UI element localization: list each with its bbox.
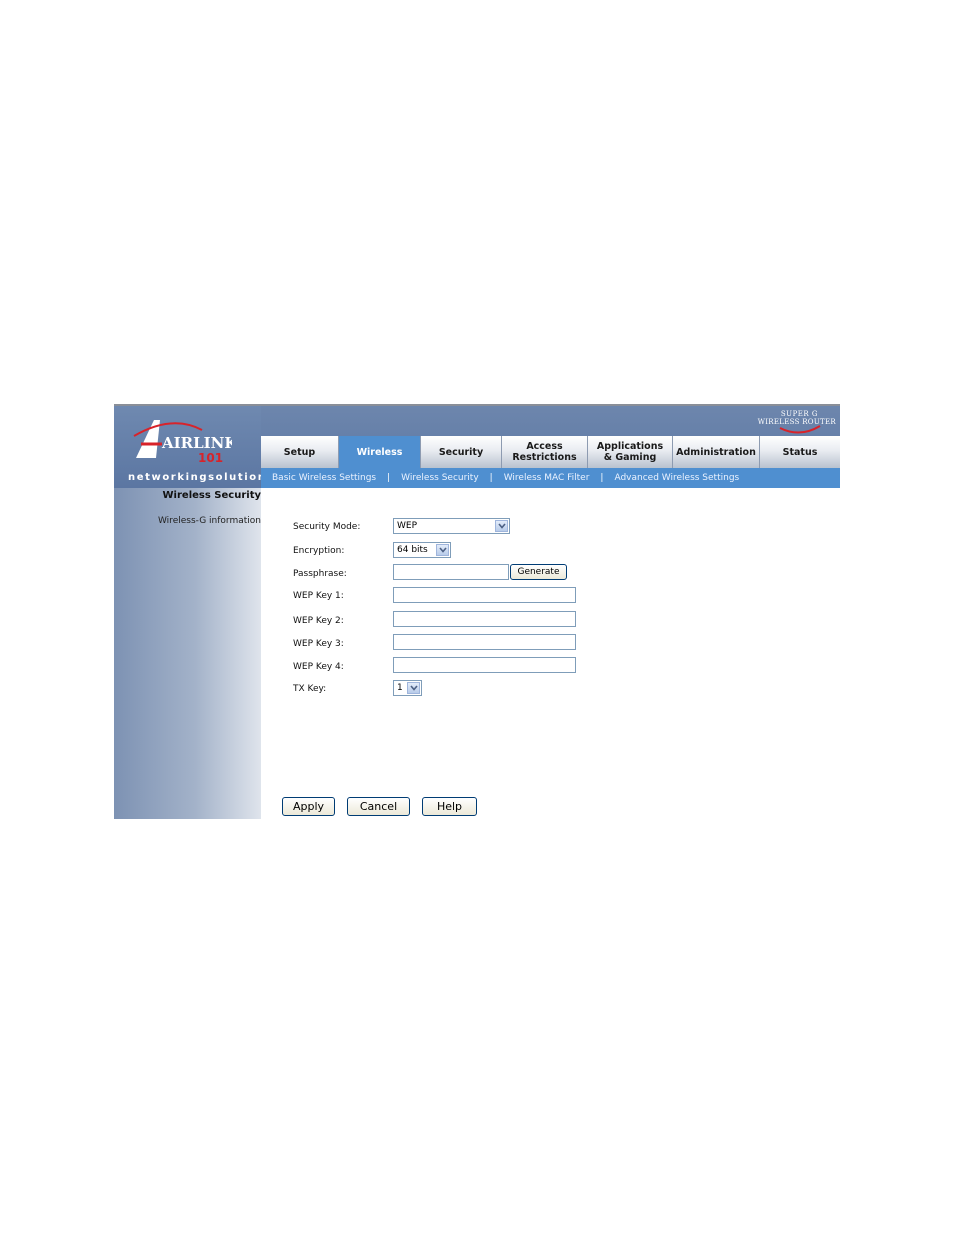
wep-key-4-input[interactable]	[393, 657, 576, 673]
wep-key-1-label: WEP Key 1:	[293, 591, 344, 601]
subnav-wireless-security[interactable]: Wireless Security	[401, 473, 478, 483]
header-band: AIRLINK 101 networkingsolutions SUPER G …	[114, 406, 840, 488]
logo-area: AIRLINK 101 networkingsolutions	[114, 406, 272, 488]
subnav-separator: |	[600, 473, 604, 483]
wep-key-2-input[interactable]	[393, 611, 576, 627]
wep-key-3-input[interactable]	[393, 634, 576, 650]
subnav-wireless-mac-filter[interactable]: Wireless MAC Filter	[504, 473, 590, 483]
tab-wireless[interactable]: Wireless	[339, 436, 421, 468]
encryption-label: Encryption:	[293, 546, 345, 556]
tab-applications-gaming[interactable]: Applications & Gaming	[588, 436, 673, 468]
section-title: Wireless Security	[162, 490, 261, 501]
form-area: Security Mode: WEP Encryption: 64 bits P…	[261, 488, 840, 819]
wep-key-2-label: WEP Key 2:	[293, 616, 344, 626]
tab-status[interactable]: Status	[760, 436, 840, 468]
passphrase-label: Passphrase:	[293, 569, 347, 579]
section-subtitle: Wireless-G information	[157, 516, 261, 526]
tx-key-label: TX Key:	[293, 684, 327, 694]
wep-key-4-label: WEP Key 4:	[293, 662, 344, 672]
tab-access-restrictions[interactable]: Access Restrictions	[502, 436, 588, 468]
tab-security[interactable]: Security	[421, 436, 502, 468]
subnav-basic-wireless-settings[interactable]: Basic Wireless Settings	[272, 473, 376, 483]
svg-text:101: 101	[198, 451, 223, 464]
chevron-down-icon[interactable]	[407, 682, 420, 694]
apply-button[interactable]: Apply	[282, 797, 335, 816]
brand-tagline: networkingsolutions	[128, 472, 274, 483]
subnav-separator: |	[489, 473, 493, 483]
super-g-badge: SUPER G WIRELESS ROUTER	[758, 408, 836, 436]
wep-key-3-label: WEP Key 3:	[293, 639, 344, 649]
tx-key-select[interactable]: 1	[393, 680, 422, 696]
swoosh-icon	[779, 425, 821, 434]
left-panel: Wireless Security Wireless-G information	[114, 488, 261, 819]
encryption-value: 64 bits	[397, 545, 428, 555]
security-mode-value: WEP	[397, 521, 418, 531]
router-admin-window: AIRLINK 101 networkingsolutions SUPER G …	[114, 404, 840, 819]
tab-setup[interactable]: Setup	[261, 436, 339, 468]
security-mode-label: Security Mode:	[293, 522, 361, 532]
wep-key-1-input[interactable]	[393, 587, 576, 603]
badge-line-1: SUPER G	[780, 410, 818, 418]
main-tab-bar: Setup Wireless Security Access Restricti…	[261, 436, 840, 468]
svg-text:AIRLINK: AIRLINK	[161, 434, 232, 452]
generate-button[interactable]: Generate	[510, 564, 567, 580]
subnav-advanced-wireless-settings[interactable]: Advanced Wireless Settings	[614, 473, 739, 483]
tab-administration[interactable]: Administration	[673, 436, 760, 468]
cancel-button[interactable]: Cancel	[347, 797, 410, 816]
encryption-select[interactable]: 64 bits	[393, 542, 451, 558]
wireless-subnav: Basic Wireless Settings | Wireless Secur…	[261, 468, 840, 488]
chevron-down-icon[interactable]	[436, 544, 449, 556]
help-button[interactable]: Help	[422, 797, 477, 816]
airlink-logo-icon: AIRLINK 101	[133, 420, 232, 464]
security-mode-select[interactable]: WEP	[393, 518, 510, 534]
subnav-separator: |	[387, 473, 391, 483]
passphrase-input[interactable]	[393, 564, 509, 580]
tx-key-value: 1	[397, 683, 403, 693]
chevron-down-icon[interactable]	[495, 520, 508, 532]
